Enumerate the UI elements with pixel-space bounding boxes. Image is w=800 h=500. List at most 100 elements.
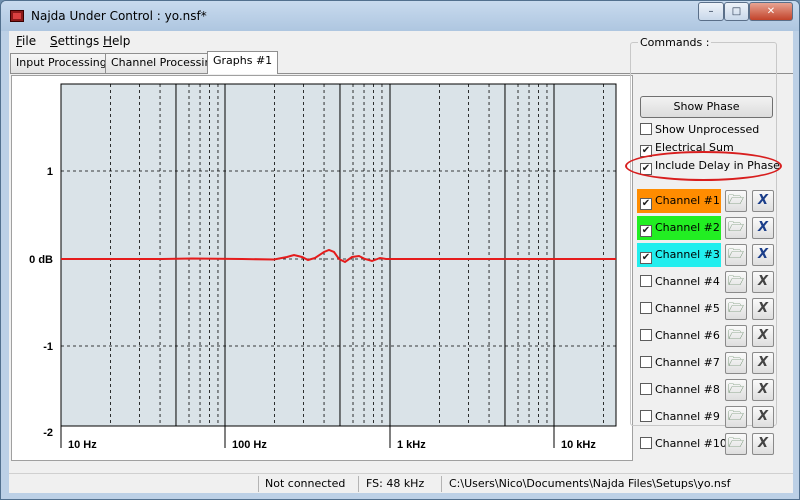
title-bar[interactable]: Najda Under Control : yo.nsf* – □ ✕ xyxy=(1,1,799,31)
channel-1-checkbox[interactable]: ✔ Channel #1 xyxy=(637,189,721,213)
channel-label: Channel #1 xyxy=(655,194,720,207)
clear-channel-3-button[interactable]: X xyxy=(752,244,774,266)
channel-3-checkbox[interactable]: ✔ Channel #3 xyxy=(637,243,721,267)
clear-channel-2-button[interactable]: X xyxy=(752,217,774,239)
channel-row-4: Channel #4 🗁 X xyxy=(637,270,777,294)
clear-x-icon: X xyxy=(757,193,769,208)
load-channel-6-button[interactable]: 🗁 xyxy=(725,325,747,347)
channel-8-checkbox[interactable]: Channel #8 xyxy=(637,378,721,402)
plot-canvas: 1 0 dB -1 -2 10 Hz 100 Hz 1 kHz 10 kHz xyxy=(29,83,617,451)
plot-area xyxy=(60,83,617,427)
channel-row-10: Channel #10 🗁 X xyxy=(637,432,777,456)
channel-6-checkbox[interactable]: Channel #6 xyxy=(637,324,721,348)
channel-row-5: Channel #5 🗁 X xyxy=(637,297,777,321)
menu-help[interactable]: Help xyxy=(103,34,130,48)
load-channel-8-button[interactable]: 🗁 xyxy=(725,379,747,401)
folder-load-icon: 🗁 xyxy=(727,301,745,316)
checkbox-box[interactable]: ✔ xyxy=(640,252,652,264)
load-channel-5-button[interactable]: 🗁 xyxy=(725,298,747,320)
x-tick-label: 1 kHz xyxy=(397,439,426,451)
clear-channel-10-button[interactable]: X xyxy=(752,433,774,455)
maximize-button[interactable]: □ xyxy=(724,2,749,21)
load-channel-9-button[interactable]: 🗁 xyxy=(725,406,747,428)
channel-label: Channel #3 xyxy=(655,248,720,261)
show-unprocessed-checkbox[interactable]: Show Unprocessed xyxy=(640,123,759,137)
channel-row-8: Channel #8 🗁 X xyxy=(637,378,777,402)
channel-label: Channel #5 xyxy=(655,302,720,315)
folder-load-icon: 🗁 xyxy=(727,247,745,262)
y-tick-label: -2 xyxy=(43,427,53,439)
folder-load-icon: 🗁 xyxy=(727,382,745,397)
x-tick-label: 100 Hz xyxy=(232,439,267,451)
checkbox-box[interactable] xyxy=(640,123,652,135)
y-tick-label: 0 dB xyxy=(29,254,53,266)
channel-label: Channel #2 xyxy=(655,221,720,234)
clear-x-icon: X xyxy=(757,274,769,289)
y-tick-label: -1 xyxy=(43,341,53,353)
checkbox-box[interactable]: ✔ xyxy=(640,198,652,210)
folder-load-icon: 🗁 xyxy=(727,193,745,208)
clear-x-icon: X xyxy=(757,382,769,397)
clear-channel-8-button[interactable]: X xyxy=(752,379,774,401)
load-channel-2-button[interactable]: 🗁 xyxy=(725,217,747,239)
channel-10-checkbox[interactable]: Channel #10 xyxy=(637,432,727,456)
status-file-path: C:\Users\Nico\Documents\Najda Files\Setu… xyxy=(449,477,731,490)
checkbox-box[interactable] xyxy=(640,302,652,314)
clear-channel-4-button[interactable]: X xyxy=(752,271,774,293)
folder-load-icon: 🗁 xyxy=(727,274,745,289)
clear-channel-7-button[interactable]: X xyxy=(752,352,774,374)
status-sample-rate: FS: 48 kHz xyxy=(366,477,425,490)
frequency-response-plot[interactable]: 1 0 dB -1 -2 10 Hz 100 Hz 1 kHz 10 kHz xyxy=(11,75,633,461)
channel-row-1: ✔ Channel #1 🗁 X xyxy=(637,189,777,213)
window-title: Najda Under Control : yo.nsf* xyxy=(31,9,207,23)
y-tick-label: 1 xyxy=(47,166,53,178)
load-channel-1-button[interactable]: 🗁 xyxy=(725,190,747,212)
clear-channel-6-button[interactable]: X xyxy=(752,325,774,347)
channel-label: Channel #9 xyxy=(655,410,720,423)
channel-9-checkbox[interactable]: Channel #9 xyxy=(637,405,721,429)
folder-load-icon: 🗁 xyxy=(727,436,745,451)
load-channel-7-button[interactable]: 🗁 xyxy=(725,352,747,374)
clear-channel-1-button[interactable]: X xyxy=(752,190,774,212)
clear-channel-9-button[interactable]: X xyxy=(752,406,774,428)
channel-label: Channel #10 xyxy=(655,437,727,450)
clear-x-icon: X xyxy=(757,220,769,235)
checkbox-box[interactable]: ✔ xyxy=(640,225,652,237)
clear-channel-5-button[interactable]: X xyxy=(752,298,774,320)
channel-7-checkbox[interactable]: Channel #7 xyxy=(637,351,721,375)
channel-4-checkbox[interactable]: Channel #4 xyxy=(637,270,721,294)
checkbox-box[interactable] xyxy=(640,329,652,341)
menu-settings[interactable]: Settings xyxy=(50,34,99,48)
tab-graphs-1[interactable]: Graphs #1 xyxy=(207,51,279,74)
highlight-ellipse-annotation xyxy=(625,151,782,181)
x-tick-label: 10 Hz xyxy=(68,439,97,451)
status-separator xyxy=(258,476,259,492)
channel-row-3: ✔ Channel #3 🗁 X xyxy=(637,243,777,267)
app-icon[interactable] xyxy=(10,10,24,22)
channel-5-checkbox[interactable]: Channel #5 xyxy=(637,297,721,321)
menu-file[interactable]: File xyxy=(16,34,36,48)
channel-row-9: Channel #9 🗁 X xyxy=(637,405,777,429)
tab-input-processing[interactable]: Input Processing xyxy=(10,53,113,73)
status-connection: Not connected xyxy=(265,477,346,490)
load-channel-10-button[interactable]: 🗁 xyxy=(725,433,747,455)
show-phase-button[interactable]: Show Phase xyxy=(640,96,773,118)
checkbox-box[interactable] xyxy=(640,410,652,422)
checkbox-box[interactable] xyxy=(640,275,652,287)
clear-x-icon: X xyxy=(757,301,769,316)
channel-row-2: ✔ Channel #2 🗁 X xyxy=(637,216,777,240)
load-channel-4-button[interactable]: 🗁 xyxy=(725,271,747,293)
minimize-button[interactable]: – xyxy=(698,2,724,21)
channel-label: Channel #6 xyxy=(655,329,720,342)
checkbox-box[interactable] xyxy=(640,437,652,449)
channel-2-checkbox[interactable]: ✔ Channel #2 xyxy=(637,216,721,240)
close-button[interactable]: ✕ xyxy=(749,2,793,21)
app-window: Najda Under Control : yo.nsf* – □ ✕ File… xyxy=(0,0,800,500)
checkbox-box[interactable] xyxy=(640,383,652,395)
folder-load-icon: 🗁 xyxy=(727,328,745,343)
folder-load-icon: 🗁 xyxy=(727,409,745,424)
clear-x-icon: X xyxy=(757,355,769,370)
option-label: Show Unprocessed xyxy=(655,123,760,136)
checkbox-box[interactable] xyxy=(640,356,652,368)
load-channel-3-button[interactable]: 🗁 xyxy=(725,244,747,266)
